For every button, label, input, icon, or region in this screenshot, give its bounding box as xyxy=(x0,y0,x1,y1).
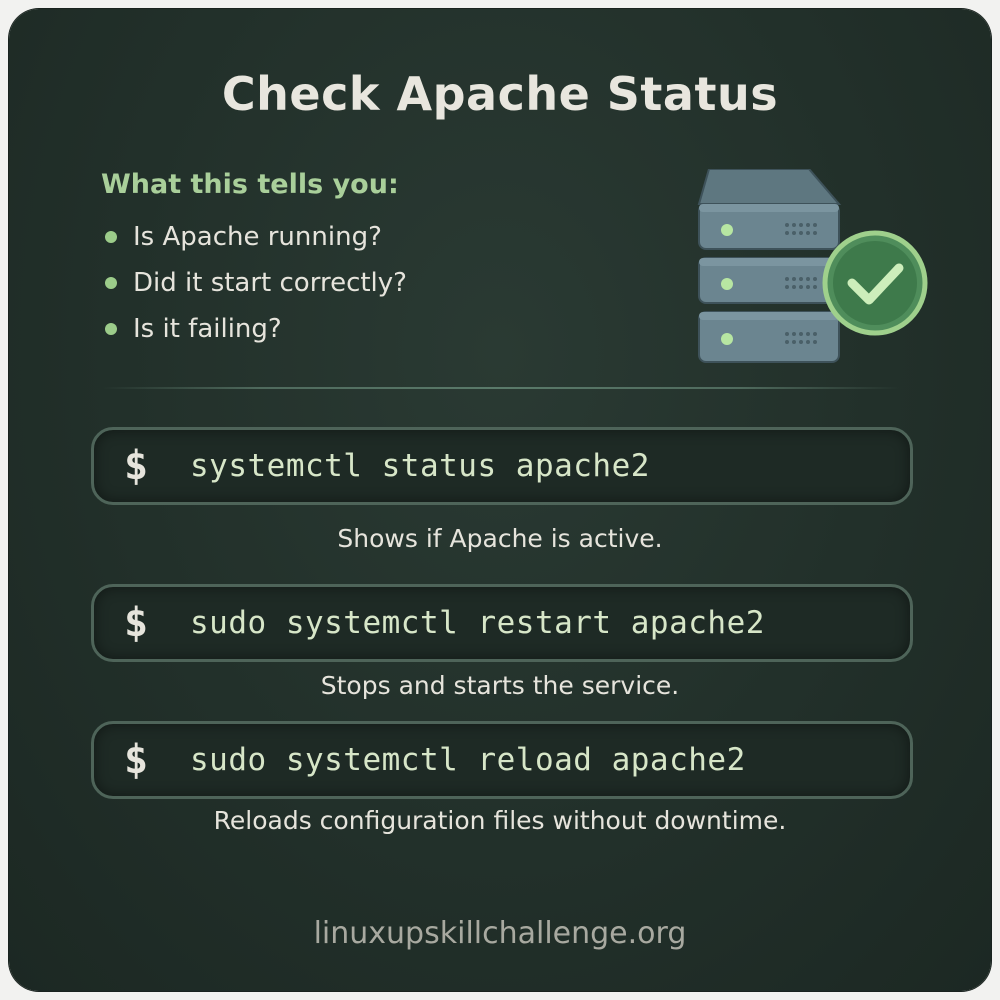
infographic-card: Check Apache Status What this tells you:… xyxy=(9,9,991,991)
dollar-prompt-icon: $ xyxy=(124,443,149,489)
command-text: sudo systemctl restart apache2 xyxy=(190,605,765,641)
command-box-reload: $ sudo systemctl reload apache2 xyxy=(91,721,913,799)
page-title: Check Apache Status xyxy=(221,67,779,121)
command-description: Shows if Apache is active. xyxy=(337,524,663,553)
footer-url: linuxupskillchallenge.org xyxy=(313,916,687,951)
bullet-dot-icon xyxy=(105,231,117,243)
command-box-status: $ systemctl status apache2 xyxy=(91,427,913,505)
command-description: Reloads configuration files without down… xyxy=(213,806,787,835)
section-divider xyxy=(101,387,901,389)
command-box-restart: $ sudo systemctl restart apache2 xyxy=(91,584,913,662)
command-text: systemctl status apache2 xyxy=(190,448,650,484)
server-icon xyxy=(697,169,928,363)
dollar-prompt-icon: $ xyxy=(124,737,149,783)
bullet-text: Is it failing? xyxy=(133,314,282,344)
info-bullet-list: Is Apache running? Did it start correctl… xyxy=(101,214,407,352)
dollar-prompt-icon: $ xyxy=(124,600,149,646)
checkmark-icon xyxy=(822,230,928,336)
command-text: sudo systemctl reload apache2 xyxy=(190,742,746,778)
bullet-dot-icon xyxy=(105,277,117,289)
bullet-text: Is Apache running? xyxy=(133,222,382,252)
list-item: Is it failing? xyxy=(101,306,407,352)
bullet-text: Did it start correctly? xyxy=(133,268,407,298)
list-item: Did it start correctly? xyxy=(101,260,407,306)
command-description: Stops and starts the service. xyxy=(320,671,680,700)
info-heading: What this tells you: xyxy=(101,169,399,200)
bullet-dot-icon xyxy=(105,323,117,335)
list-item: Is Apache running? xyxy=(101,214,407,260)
